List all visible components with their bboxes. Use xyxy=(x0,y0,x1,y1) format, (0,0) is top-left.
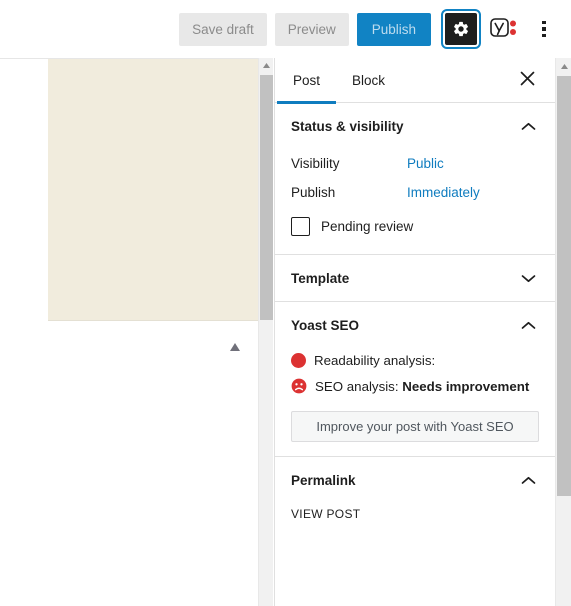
panel-title: Template xyxy=(291,270,350,286)
settings-sidebar: Post Block Status & visibility Visibilit… xyxy=(274,58,555,606)
panel-status-visibility: Status & visibility Visibility Public Pu… xyxy=(275,103,555,255)
editor-toolbar: Save draft Preview Publish xyxy=(0,0,571,58)
editor-scrollbar-thumb[interactable] xyxy=(260,75,273,320)
panel-yoast-seo-body: Readability analysis: SEO analysis: Need… xyxy=(291,348,539,456)
seo-analysis-row: SEO analysis: Needs improvement xyxy=(291,373,539,399)
panel-yoast-seo: Yoast SEO Readability analysis: SEO anal… xyxy=(275,302,555,457)
content-block[interactable] xyxy=(48,59,258,321)
visibility-row: Visibility Public xyxy=(291,149,539,178)
chevron-up-icon[interactable] xyxy=(517,115,539,137)
tab-post[interactable]: Post xyxy=(277,58,337,104)
red-circle-icon xyxy=(291,353,306,368)
pending-review-label[interactable]: Pending review xyxy=(321,219,413,234)
scrollbar-up-arrow-icon[interactable] xyxy=(259,58,274,73)
tab-block[interactable]: Block xyxy=(336,58,401,103)
publish-date-value-button[interactable]: Immediately xyxy=(407,185,480,200)
panel-template-header[interactable]: Template xyxy=(291,255,539,301)
panel-template: Template xyxy=(275,255,555,302)
chevron-up-icon[interactable] xyxy=(517,469,539,491)
yoast-seo-button[interactable] xyxy=(489,14,521,44)
readability-analysis-row: Readability analysis: xyxy=(291,348,539,373)
seo-analysis-score: Needs improvement xyxy=(402,378,530,394)
three-vertical-dots-icon xyxy=(542,20,546,38)
sidebar-scrollbar[interactable] xyxy=(555,58,571,606)
close-sidebar-button[interactable] xyxy=(515,68,539,92)
panel-title: Yoast SEO xyxy=(291,317,360,333)
more-options-button[interactable] xyxy=(531,13,557,45)
red-sad-face-icon xyxy=(291,378,307,394)
triangle-up-icon xyxy=(228,339,242,351)
close-icon xyxy=(520,71,535,89)
seo-analysis-label: SEO analysis: xyxy=(315,378,399,394)
improve-post-yoast-button[interactable]: Improve your post with Yoast SEO xyxy=(291,411,539,442)
scrollbar-up-arrow-icon[interactable] xyxy=(556,58,571,74)
editor-scrollbar[interactable] xyxy=(258,58,273,606)
yoast-seo-icon xyxy=(490,17,520,42)
seo-analysis-text: SEO analysis: Needs improvement xyxy=(315,379,529,394)
panel-yoast-seo-header[interactable]: Yoast SEO xyxy=(291,302,539,348)
view-post-link[interactable]: VIEW POST xyxy=(291,503,360,533)
panel-permalink-body: VIEW POST xyxy=(291,503,539,547)
pending-review-row: Pending review xyxy=(291,207,539,240)
panel-permalink: Permalink VIEW POST xyxy=(275,457,555,547)
publish-date-row: Publish Immediately xyxy=(291,178,539,207)
panel-permalink-header[interactable]: Permalink xyxy=(291,457,539,503)
readability-analysis-label: Readability analysis: xyxy=(314,353,436,368)
editor-canvas[interactable] xyxy=(0,58,258,606)
visibility-label: Visibility xyxy=(291,156,340,171)
pending-review-checkbox[interactable] xyxy=(291,217,310,236)
panel-title: Permalink xyxy=(291,472,356,488)
wordpress-block-editor: Save draft Preview Publish Post Block St… xyxy=(0,0,571,606)
sidebar-tabs: Post Block xyxy=(275,58,555,104)
chevron-up-icon[interactable] xyxy=(517,314,539,336)
panel-title: Status & visibility xyxy=(291,118,404,134)
chevron-down-icon[interactable] xyxy=(517,267,539,289)
publish-button[interactable]: Publish xyxy=(356,12,431,46)
panel-status-visibility-header[interactable]: Status & visibility xyxy=(291,103,539,149)
panel-status-visibility-body: Visibility Public Publish Immediately Pe… xyxy=(291,149,539,254)
visibility-value-button[interactable]: Public xyxy=(407,156,444,171)
gear-icon xyxy=(452,20,470,38)
settings-button[interactable] xyxy=(441,9,481,49)
save-draft-button[interactable]: Save draft xyxy=(179,12,267,46)
sidebar-scrollbar-thumb[interactable] xyxy=(557,76,571,496)
publish-label: Publish xyxy=(291,185,336,200)
preview-button[interactable]: Preview xyxy=(274,12,349,46)
